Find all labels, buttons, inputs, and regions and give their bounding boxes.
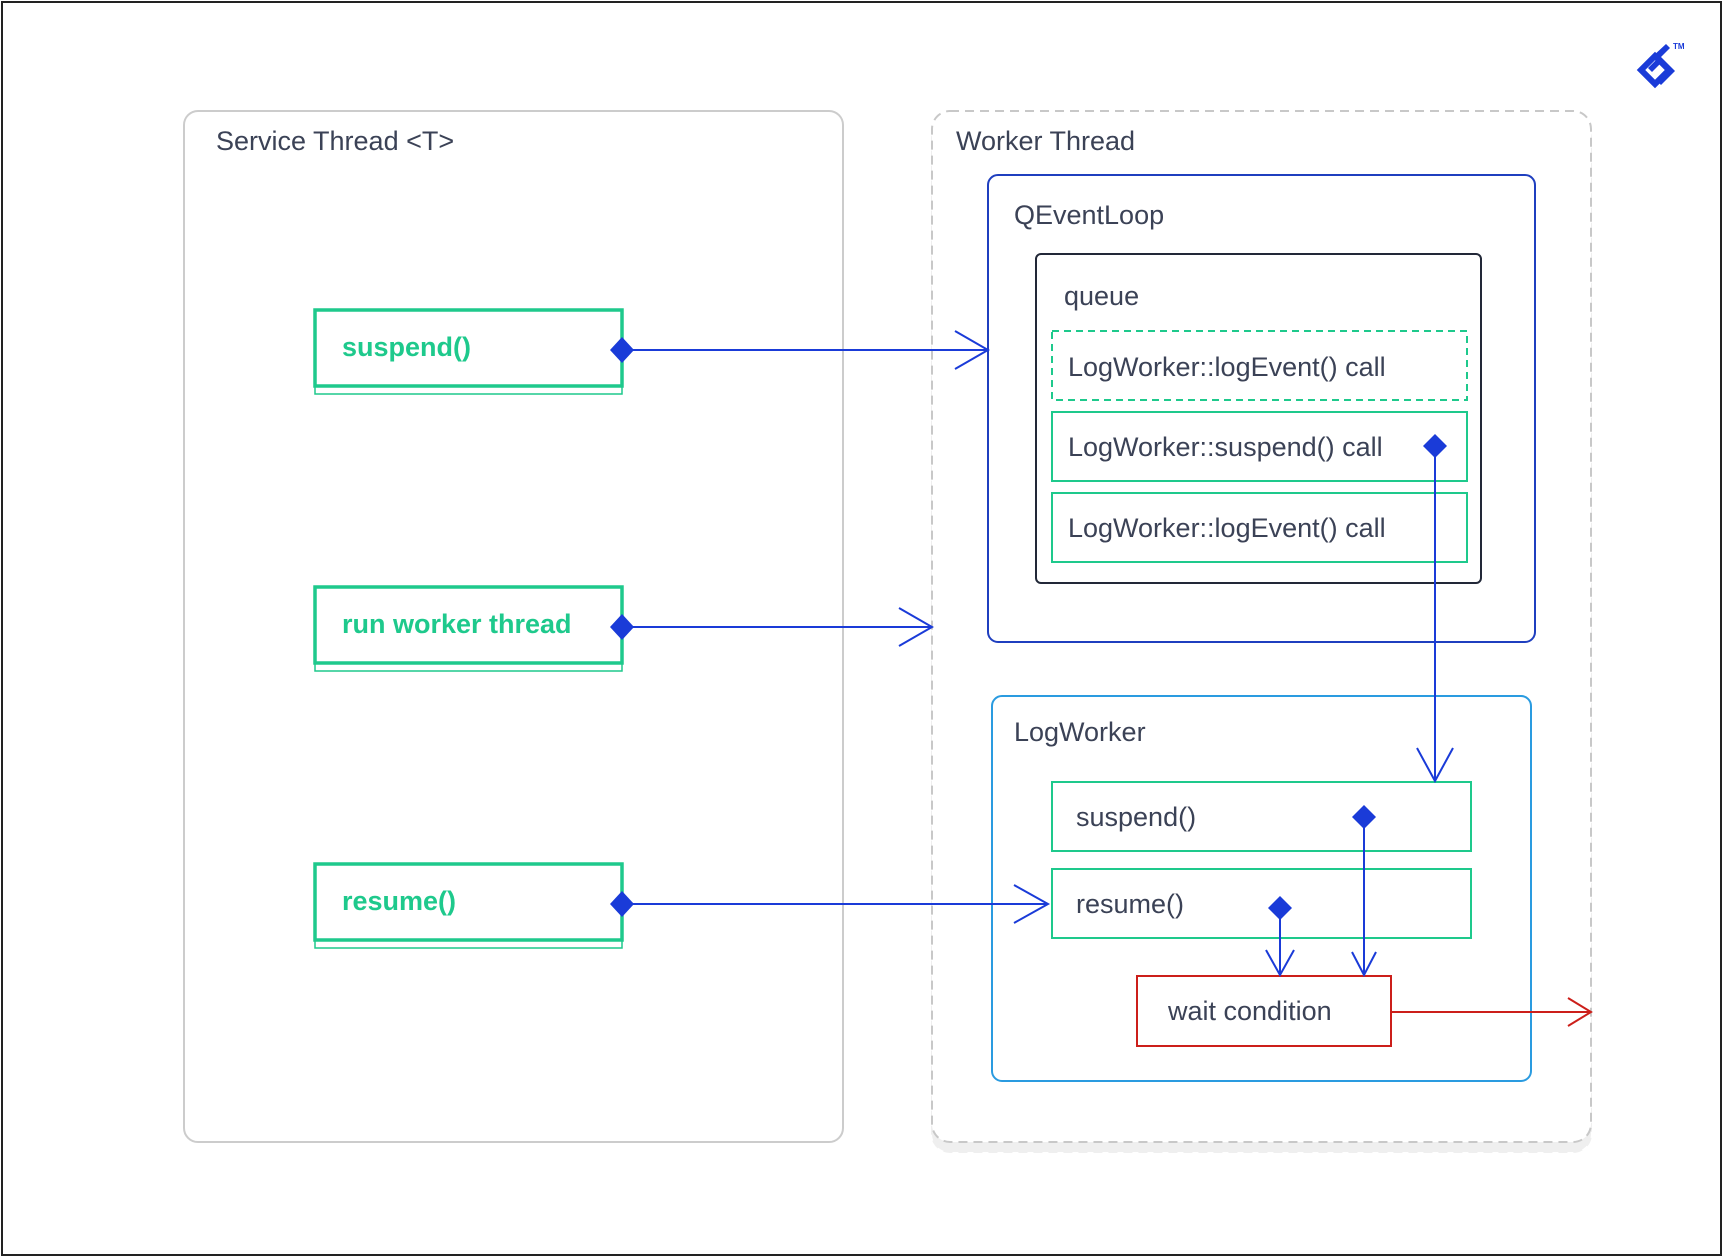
arrow-run-to-worker-thread xyxy=(622,607,935,647)
svg-text:suspend(): suspend() xyxy=(342,332,471,362)
service-button-suspend[interactable]: suspend() xyxy=(313,308,624,395)
svg-text:LogWorker::logEvent() call: LogWorker::logEvent() call xyxy=(1068,352,1386,382)
svg-text:LogWorker::logEvent() call: LogWorker::logEvent() call xyxy=(1068,513,1386,543)
service-button-run-worker-thread[interactable]: run worker thread xyxy=(313,585,624,672)
event-loop-title: QEventLoop xyxy=(1014,200,1164,230)
service-button-resume[interactable]: resume() xyxy=(313,862,624,949)
wait-condition-box[interactable]: wait condition xyxy=(1136,975,1392,1047)
svg-text:LogWorker::suspend() call: LogWorker::suspend() call xyxy=(1068,432,1383,462)
svg-text:resume(): resume() xyxy=(1076,889,1184,919)
service-thread-title: Service Thread <T> xyxy=(216,126,454,156)
svg-text:suspend(): suspend() xyxy=(1076,802,1196,832)
svg-text:run worker thread: run worker thread xyxy=(342,609,572,639)
svg-text:wait condition: wait condition xyxy=(1167,996,1332,1026)
queue-title: queue xyxy=(1064,281,1139,311)
trademark-label: TM xyxy=(1673,42,1685,51)
worker-thread-title: Worker Thread xyxy=(956,126,1135,156)
svg-text:resume(): resume() xyxy=(342,886,456,916)
toptal-logo-icon: TM xyxy=(1636,42,1685,89)
log-worker-title: LogWorker xyxy=(1014,717,1146,747)
thread-diagram: TM Service Thread <T> Worker Thread QEve… xyxy=(183,42,1685,1143)
